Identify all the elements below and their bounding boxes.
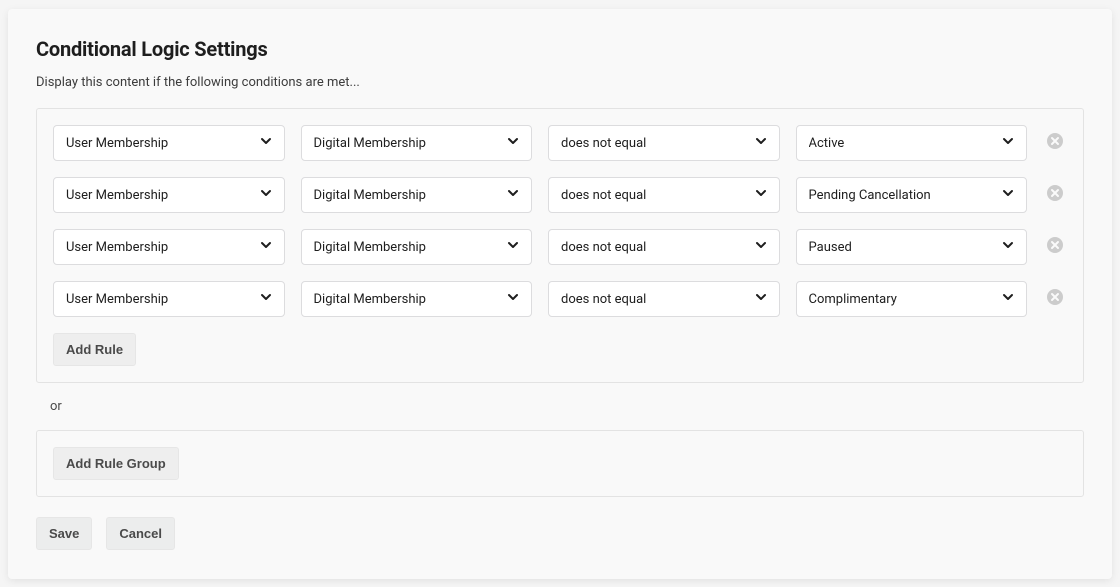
rule-operator-select[interactable]: does not equal bbox=[548, 281, 780, 317]
rule-subfield-label: Digital Membership bbox=[314, 188, 426, 203]
chevron-down-icon bbox=[1002, 187, 1014, 203]
rule-group-add: Add Rule Group bbox=[36, 430, 1084, 497]
chevron-down-icon bbox=[755, 135, 767, 151]
rule-row: User Membership Digital Membership does … bbox=[53, 281, 1067, 317]
action-buttons: Save Cancel bbox=[36, 517, 1084, 550]
rule-operator-label: does not equal bbox=[561, 188, 646, 203]
remove-rule-button[interactable] bbox=[1043, 131, 1067, 155]
page-title: Conditional Logic Settings bbox=[36, 37, 1084, 61]
chevron-down-icon bbox=[260, 135, 272, 151]
chevron-down-icon bbox=[1002, 239, 1014, 255]
rule-field-select[interactable]: User Membership bbox=[53, 281, 285, 317]
chevron-down-icon bbox=[260, 291, 272, 307]
rule-subfield-select[interactable]: Digital Membership bbox=[301, 125, 533, 161]
rule-field-label: User Membership bbox=[66, 136, 168, 151]
chevron-down-icon bbox=[1002, 135, 1014, 151]
chevron-down-icon bbox=[507, 135, 519, 151]
add-rule-button[interactable]: Add Rule bbox=[53, 333, 136, 366]
rule-field-label: User Membership bbox=[66, 188, 168, 203]
or-separator: or bbox=[50, 399, 1084, 414]
chevron-down-icon bbox=[755, 291, 767, 307]
rule-value-label: Complimentary bbox=[809, 292, 897, 307]
save-button[interactable]: Save bbox=[36, 517, 92, 550]
chevron-down-icon bbox=[260, 239, 272, 255]
rule-row: User Membership Digital Membership does … bbox=[53, 125, 1067, 161]
rule-value-select[interactable]: Pending Cancellation bbox=[796, 177, 1028, 213]
page-subtitle: Display this content if the following co… bbox=[36, 75, 1084, 90]
rule-subfield-select[interactable]: Digital Membership bbox=[301, 177, 533, 213]
rule-subfield-select[interactable]: Digital Membership bbox=[301, 229, 533, 265]
rule-field-select[interactable]: User Membership bbox=[53, 177, 285, 213]
chevron-down-icon bbox=[1002, 291, 1014, 307]
rule-subfield-label: Digital Membership bbox=[314, 292, 426, 307]
rule-group: User Membership Digital Membership does … bbox=[36, 108, 1084, 383]
cancel-button[interactable]: Cancel bbox=[106, 517, 175, 550]
close-circle-icon bbox=[1047, 133, 1063, 153]
rule-value-select[interactable]: Active bbox=[796, 125, 1028, 161]
rule-value-select[interactable]: Paused bbox=[796, 229, 1028, 265]
remove-rule-button[interactable] bbox=[1043, 235, 1067, 259]
rule-subfield-label: Digital Membership bbox=[314, 136, 426, 151]
rule-operator-select[interactable]: does not equal bbox=[548, 125, 780, 161]
rule-subfield-select[interactable]: Digital Membership bbox=[301, 281, 533, 317]
rule-subfield-label: Digital Membership bbox=[314, 240, 426, 255]
chevron-down-icon bbox=[755, 239, 767, 255]
rule-value-select[interactable]: Complimentary bbox=[796, 281, 1028, 317]
add-rule-group-button[interactable]: Add Rule Group bbox=[53, 447, 179, 480]
close-circle-icon bbox=[1047, 289, 1063, 309]
rule-value-label: Pending Cancellation bbox=[809, 188, 931, 203]
close-circle-icon bbox=[1047, 237, 1063, 257]
close-circle-icon bbox=[1047, 185, 1063, 205]
conditional-logic-modal: Conditional Logic Settings Display this … bbox=[8, 9, 1112, 579]
rule-operator-select[interactable]: does not equal bbox=[548, 229, 780, 265]
rule-operator-label: does not equal bbox=[561, 240, 646, 255]
rule-operator-select[interactable]: does not equal bbox=[548, 177, 780, 213]
remove-rule-button[interactable] bbox=[1043, 287, 1067, 311]
chevron-down-icon bbox=[507, 239, 519, 255]
rule-field-select[interactable]: User Membership bbox=[53, 229, 285, 265]
rule-row: User Membership Digital Membership does … bbox=[53, 229, 1067, 265]
rule-field-select[interactable]: User Membership bbox=[53, 125, 285, 161]
chevron-down-icon bbox=[260, 187, 272, 203]
rule-operator-label: does not equal bbox=[561, 292, 646, 307]
rule-value-label: Active bbox=[809, 136, 845, 151]
rule-field-label: User Membership bbox=[66, 292, 168, 307]
chevron-down-icon bbox=[507, 187, 519, 203]
remove-rule-button[interactable] bbox=[1043, 183, 1067, 207]
chevron-down-icon bbox=[755, 187, 767, 203]
rule-row: User Membership Digital Membership does … bbox=[53, 177, 1067, 213]
chevron-down-icon bbox=[507, 291, 519, 307]
rule-operator-label: does not equal bbox=[561, 136, 646, 151]
rule-value-label: Paused bbox=[809, 240, 852, 255]
rule-field-label: User Membership bbox=[66, 240, 168, 255]
